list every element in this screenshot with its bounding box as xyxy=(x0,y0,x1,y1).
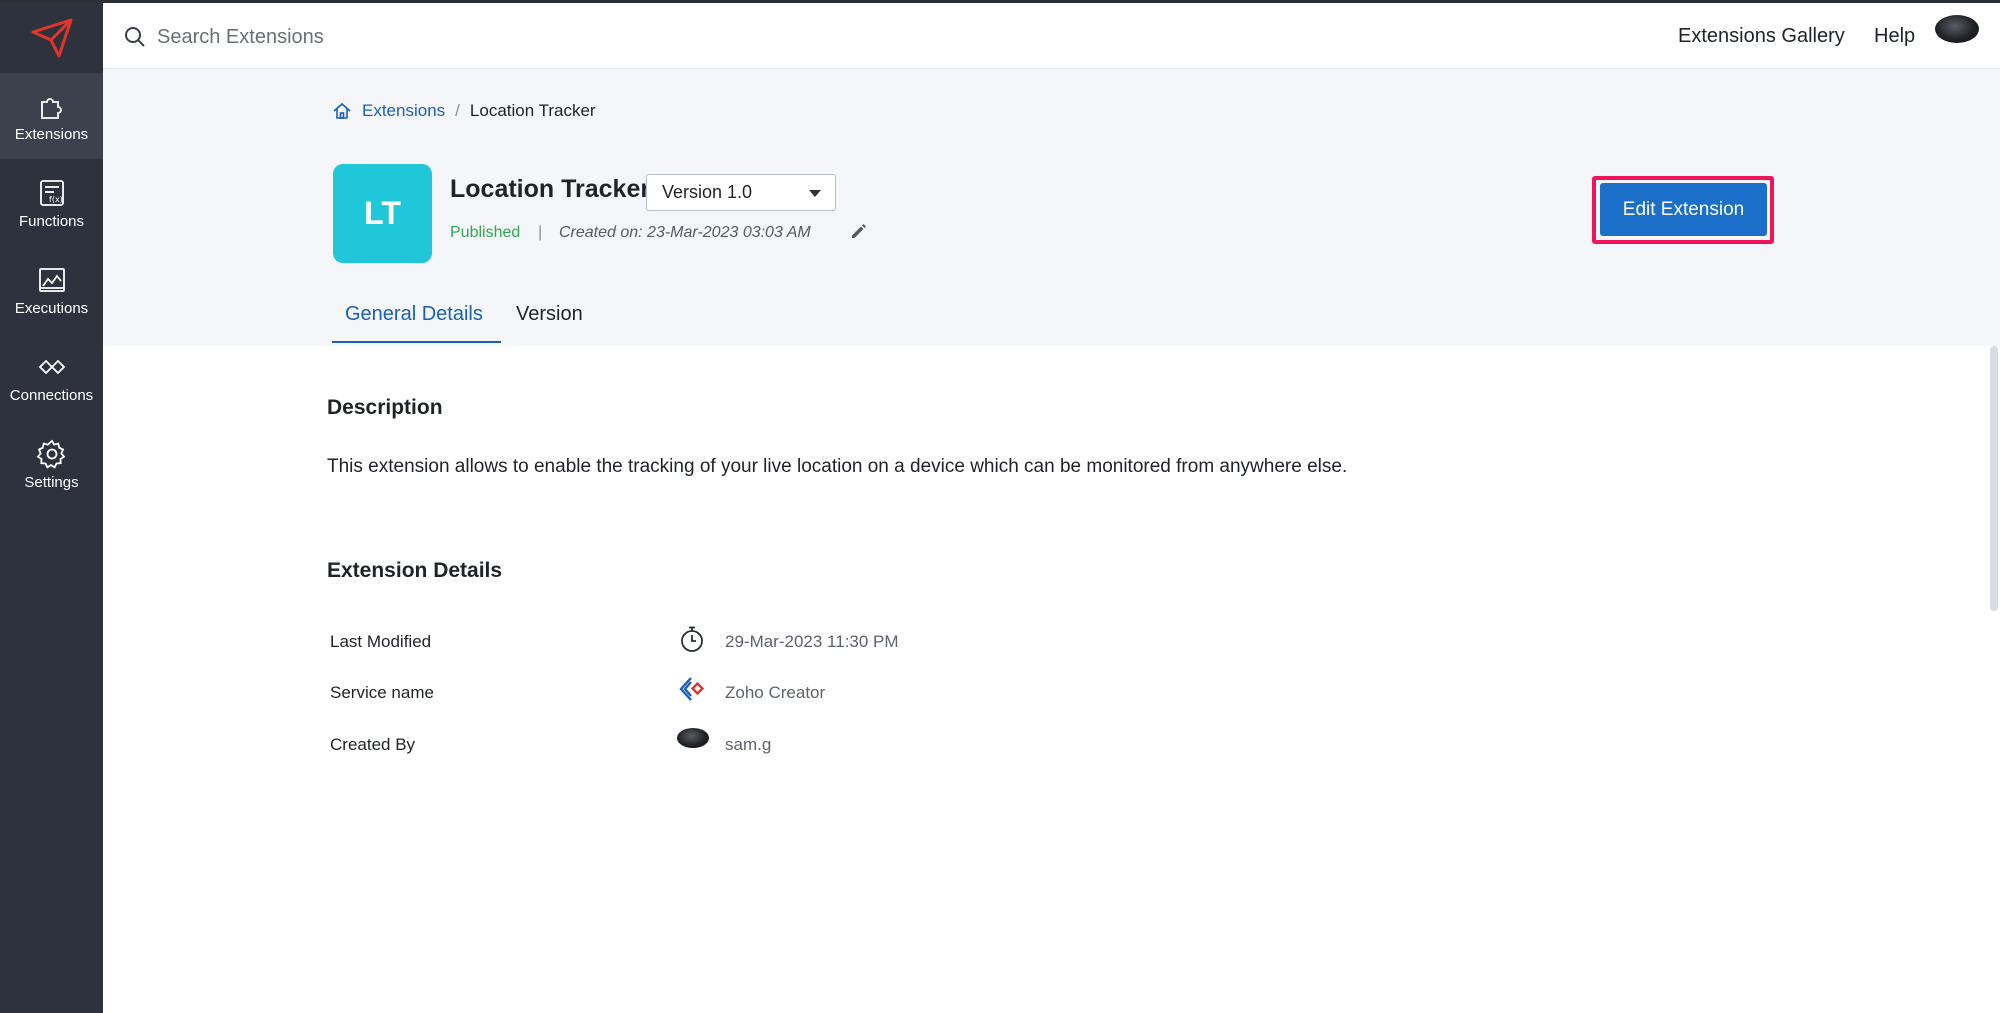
version-dropdown[interactable]: Version 1.0 xyxy=(646,174,836,211)
home-icon[interactable] xyxy=(332,101,352,121)
sidebar-item-label: Connections xyxy=(9,386,94,404)
extension-details-title: Extension Details xyxy=(327,559,503,582)
paper-plane-logo-icon xyxy=(31,18,72,58)
main-content: Description This extension allows to ena… xyxy=(103,346,2000,1013)
app-window: Extensions f(x) Functions Executions Con… xyxy=(0,0,2000,1013)
description-title: Description xyxy=(327,396,443,419)
help-link[interactable]: Help xyxy=(1874,25,1915,48)
sidebar-item-extensions[interactable]: Extensions xyxy=(0,73,103,159)
created-by-value: sam.g xyxy=(725,735,772,754)
sidebar-item-label: Functions xyxy=(18,212,85,230)
chart-icon xyxy=(38,267,65,292)
sidebar-item-settings[interactable]: Settings xyxy=(0,421,103,507)
last-modified-label: Last Modified xyxy=(330,632,432,651)
sidebar-item-functions[interactable]: f(x) Functions xyxy=(0,160,103,246)
top-bar: Extensions Gallery Help xyxy=(103,3,2000,69)
user-avatar[interactable] xyxy=(1935,15,1979,43)
meta-separator: | xyxy=(538,224,543,241)
search-input[interactable] xyxy=(157,17,677,57)
sidebar: Extensions f(x) Functions Executions Con… xyxy=(0,3,103,1013)
edit-extension-button[interactable]: Edit Extension xyxy=(1600,183,1767,236)
stopwatch-icon xyxy=(681,626,703,652)
tab-general-details[interactable]: General Details xyxy=(345,303,483,326)
last-modified-value: 29-Mar-2023 11:30 PM xyxy=(725,632,899,651)
extension-header: Extensions / Location Tracker LT Locatio… xyxy=(103,69,2000,346)
sidebar-item-label: Settings xyxy=(24,473,79,491)
extension-logo: LT xyxy=(333,164,432,263)
service-name-label: Service name xyxy=(330,683,434,702)
breadcrumb-separator: / xyxy=(455,101,460,120)
sidebar-item-label: Extensions xyxy=(14,125,89,143)
vertical-scrollbar[interactable] xyxy=(1990,346,1998,611)
breadcrumb-current: Location Tracker xyxy=(469,101,596,120)
tab-version[interactable]: Version xyxy=(516,303,583,326)
function-icon: f(x) xyxy=(39,179,64,206)
sidebar-item-executions[interactable]: Executions xyxy=(0,247,103,333)
link-icon xyxy=(38,359,65,374)
description-text: This extension allows to enable the trac… xyxy=(327,456,1348,477)
created-by-label: Created By xyxy=(330,735,416,754)
sidebar-item-connections[interactable]: Connections xyxy=(0,334,103,420)
active-tab-indicator xyxy=(332,341,501,343)
svg-text:f(x): f(x) xyxy=(49,195,63,204)
created-on-text: Created on: 23-Mar-2023 03:03 AM xyxy=(559,224,811,241)
version-dropdown-value: Version 1.0 xyxy=(662,182,753,202)
pencil-icon[interactable] xyxy=(849,221,869,241)
gear-icon xyxy=(36,439,65,469)
puzzle-icon xyxy=(40,97,62,119)
page-title: Location Tracker xyxy=(450,175,651,203)
avatar xyxy=(677,728,709,748)
extensions-gallery-link[interactable]: Extensions Gallery xyxy=(1678,25,1845,48)
chevron-down-icon xyxy=(809,190,821,197)
search-icon xyxy=(125,27,145,47)
status-badge: Published xyxy=(450,224,521,241)
sidebar-item-label: Executions xyxy=(14,299,89,317)
zoho-creator-icon xyxy=(679,677,705,701)
app-logo[interactable] xyxy=(0,3,103,71)
service-name-value: Zoho Creator xyxy=(725,683,826,702)
breadcrumb: Extensions / Location Tracker xyxy=(332,101,596,121)
breadcrumb-extensions-link[interactable]: Extensions xyxy=(362,101,445,121)
